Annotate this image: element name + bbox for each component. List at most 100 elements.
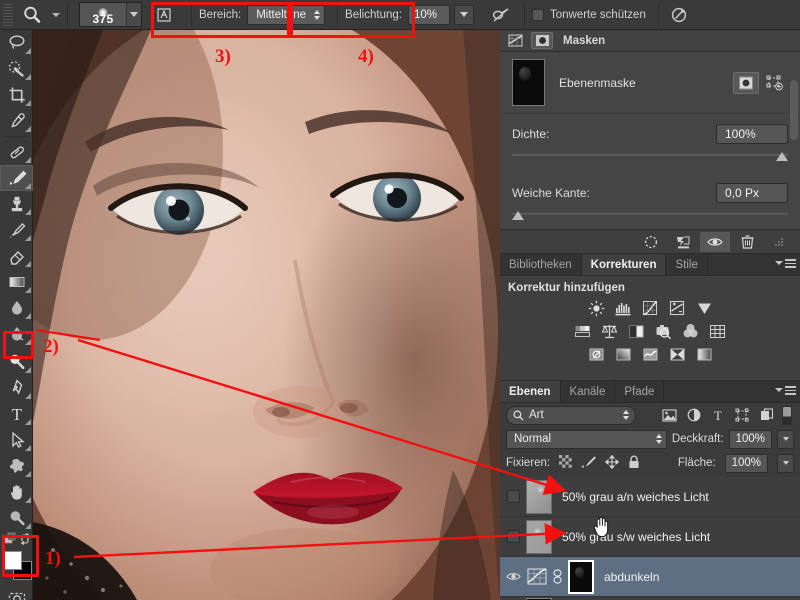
brush-dropdown-chevron-icon[interactable] [126, 3, 141, 26]
sidebar-tool-eyedropper[interactable] [0, 108, 33, 134]
opacity-dropdown-chevron-icon[interactable] [777, 429, 794, 449]
fill-dropdown-chevron-icon[interactable] [777, 453, 794, 473]
sidebar-tool-quick-selection[interactable] [0, 56, 33, 82]
channel-mixer-icon[interactable] [680, 322, 701, 341]
sidebar-tool-custom-shape[interactable] [0, 453, 33, 479]
black-white-icon[interactable] [626, 322, 647, 341]
tab-korrekturen[interactable]: Korrekturen [581, 254, 667, 275]
apply-mask-icon[interactable] [668, 232, 698, 252]
exposure-dropdown-chevron-icon[interactable] [453, 4, 474, 25]
density-slider[interactable] [512, 151, 788, 163]
levels-icon[interactable] [613, 299, 634, 318]
sidebar-tool-crop[interactable] [0, 82, 33, 108]
table-row[interactable]: 50% grau s/w weiches Licht [500, 517, 800, 557]
sidebar-tool-blur[interactable] [0, 295, 33, 321]
active-tool-icon[interactable] [19, 3, 45, 27]
lock-position-icon[interactable] [604, 454, 620, 472]
brush-preview[interactable]: 375 [80, 3, 126, 26]
brightness-contrast-icon[interactable] [586, 299, 607, 318]
table-row[interactable]: abdunkeln [500, 557, 800, 597]
delete-mask-icon[interactable] [732, 232, 762, 252]
sidebar-tool-hand[interactable] [0, 479, 33, 505]
foreground-background-swatches[interactable] [0, 549, 33, 583]
toggle-mask-visibility-icon[interactable] [700, 231, 730, 252]
photo-filter-icon[interactable] [653, 322, 674, 341]
selective-color-icon[interactable] [667, 345, 688, 364]
blend-mode-select[interactable]: Normal [506, 429, 667, 449]
tab-pfade[interactable]: Pfade [615, 381, 665, 402]
sidebar-tool-brush[interactable] [0, 165, 33, 191]
vector-mask-icon[interactable] [762, 72, 788, 94]
sidebar-tool-healing-brush[interactable] [0, 139, 33, 165]
vibrance-icon[interactable] [694, 299, 715, 318]
layer-thumbnail[interactable] [526, 567, 550, 587]
tab-kanaele[interactable]: Kanäle [561, 381, 616, 402]
quick-mask-icon[interactable] [0, 586, 33, 600]
sidebar-tool-type[interactable]: T [0, 401, 33, 427]
layer-thumbnail[interactable] [526, 519, 552, 554]
sidebar-tool-lasso[interactable] [0, 30, 33, 56]
sidebar-tool-dodge-pen[interactable] [0, 321, 33, 347]
exposure-field[interactable]: 10% [407, 4, 450, 25]
tab-stile[interactable]: Stile [666, 254, 708, 275]
layer-mask-thumbnail[interactable] [568, 559, 594, 594]
color-lookup-icon[interactable] [707, 322, 728, 341]
pixel-filter-icon[interactable] [660, 406, 678, 425]
masks-scrollbar[interactable] [790, 80, 798, 140]
tab-bibliotheken[interactable]: Bibliotheken [500, 254, 582, 275]
tablet-pressure-icon[interactable] [151, 3, 177, 27]
sidebar-tool-clone-stamp[interactable] [0, 191, 33, 217]
threshold-icon[interactable] [640, 345, 661, 364]
density-value[interactable]: 100% [716, 124, 788, 144]
invert-icon[interactable] [586, 345, 607, 364]
type-filter-icon[interactable]: T [709, 406, 727, 425]
image-canvas[interactable] [33, 30, 500, 600]
sidebar-tool-path-selection[interactable] [0, 427, 33, 453]
adjustment-filter-icon[interactable] [684, 406, 702, 425]
feather-value[interactable]: 0,0 Px [716, 183, 788, 203]
fill-value[interactable]: 100% [724, 453, 768, 473]
tab-ebenen[interactable]: Ebenen [500, 381, 561, 402]
layer-visibility-toggle[interactable] [500, 530, 526, 543]
range-dropdown[interactable]: Mitteltöne [247, 4, 326, 25]
color-balance-icon[interactable] [599, 322, 620, 341]
table-row[interactable]: 50% grau a/n weiches Licht [500, 477, 800, 517]
filter-toggle-switch[interactable] [781, 405, 792, 425]
curves-icon[interactable] [640, 299, 661, 318]
lock-image-icon[interactable] [581, 455, 597, 471]
options-bar-grip[interactable] [3, 3, 13, 26]
mask-icon[interactable] [531, 32, 553, 49]
gradient-map-icon[interactable] [694, 345, 715, 364]
panel-resize-grip[interactable] [764, 232, 794, 252]
sidebar-tool-gradient[interactable] [0, 269, 33, 295]
panel-menu-icon[interactable] [775, 386, 796, 395]
sidebar-tool-dodge[interactable] [0, 349, 33, 375]
layer-mask-thumbnail[interactable] [512, 59, 545, 106]
layer-filter-select[interactable]: Art [506, 405, 636, 425]
default-colors-and-swap[interactable] [0, 531, 33, 547]
opacity-value[interactable]: 100% [728, 429, 772, 449]
layer-thumbnail[interactable] [526, 479, 552, 514]
layer-visibility-toggle[interactable] [500, 490, 526, 503]
mask-row[interactable]: Ebenenmaske [500, 52, 800, 114]
properties-icon[interactable] [504, 32, 526, 49]
layer-link-icon[interactable] [550, 569, 564, 584]
lock-transparency-icon[interactable] [559, 455, 572, 471]
sidebar-tool-pen[interactable] [0, 375, 33, 401]
shape-filter-icon[interactable] [733, 406, 751, 425]
layer-visibility-toggle[interactable] [500, 571, 526, 582]
brush-size-picker[interactable]: 375 [79, 2, 142, 27]
panel-menu-icon[interactable] [775, 259, 796, 268]
sidebar-tool-zoom[interactable] [0, 505, 33, 531]
load-selection-icon[interactable] [636, 232, 666, 252]
pixel-mask-icon[interactable] [733, 71, 759, 94]
lock-all-icon[interactable] [628, 455, 640, 472]
airbrush-icon[interactable] [488, 3, 514, 27]
tool-preset-chevron-icon[interactable] [52, 12, 60, 17]
smartobject-filter-icon[interactable] [757, 406, 775, 425]
sidebar-tool-history-brush[interactable] [0, 217, 33, 243]
sidebar-tool-eraser[interactable] [0, 243, 33, 269]
exposure-icon[interactable] [667, 299, 688, 318]
foreground-color-swatch[interactable] [3, 551, 22, 570]
pressure-size-icon[interactable] [666, 3, 692, 27]
